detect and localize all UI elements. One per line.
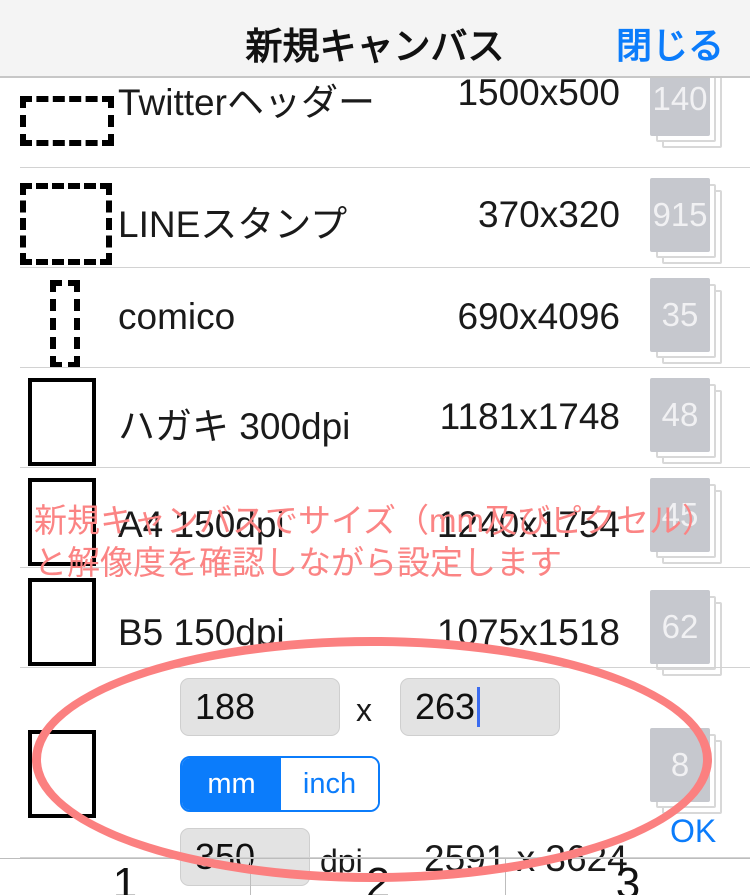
table-row[interactable]: B5 150dpi 1075x1518 62 bbox=[0, 568, 750, 676]
height-input[interactable]: 263 bbox=[400, 678, 560, 736]
page-count-value: 140 bbox=[652, 80, 708, 117]
page-count-value: 45 bbox=[661, 496, 699, 533]
preset-name: LINEスタンプ bbox=[118, 204, 348, 245]
page-count-badge: 62 bbox=[650, 590, 722, 676]
new-canvas-screen: 新規キャンバス 閉じる Twitterヘッダー 1500x500 140 LIN… bbox=[0, 0, 750, 895]
table-row[interactable]: LINEスタンプ 370x320 915 bbox=[0, 168, 750, 268]
canvas-shape-icon-twitter bbox=[20, 96, 114, 146]
table-row[interactable]: A4 150dpi 1240x1754 45 bbox=[0, 468, 750, 568]
keypad-key-1[interactable]: 1 bbox=[0, 859, 250, 895]
preset-dimensions: 1500x500 bbox=[457, 78, 620, 113]
text-cursor bbox=[477, 687, 481, 727]
table-row[interactable]: ハガキ 300dpi 1181x1748 48 bbox=[0, 368, 750, 468]
preset-name: comico bbox=[118, 296, 236, 337]
table-row[interactable]: Twitterヘッダー 1500x500 140 bbox=[0, 78, 750, 168]
page-count-value: 62 bbox=[661, 608, 699, 645]
canvas-shape-icon-comico bbox=[50, 280, 80, 368]
table-row[interactable]: comico 690x4096 35 bbox=[0, 268, 750, 368]
ok-button[interactable]: OK bbox=[670, 813, 716, 850]
page-count-value: 915 bbox=[652, 196, 708, 233]
width-input-value: 188 bbox=[195, 686, 256, 727]
canvas-shape-icon-custom bbox=[28, 730, 96, 818]
page-count-badge: 8 bbox=[650, 728, 722, 814]
preset-dimensions: 370x320 bbox=[478, 194, 620, 235]
page-count-value: 48 bbox=[661, 396, 699, 433]
canvas-shape-icon-a4 bbox=[28, 478, 96, 566]
width-input[interactable]: 188 bbox=[180, 678, 340, 736]
preset-name: B5 150dpi bbox=[118, 612, 285, 653]
page-count-badge: 35 bbox=[650, 278, 722, 364]
canvas-shape-icon-line bbox=[20, 183, 112, 265]
numeric-keypad[interactable]: 1 2 3 bbox=[0, 858, 750, 895]
preset-name: ハガキ 300dpi bbox=[118, 406, 351, 447]
canvas-preset-list[interactable]: Twitterヘッダー 1500x500 140 LINEスタンプ 370x32… bbox=[0, 78, 750, 895]
height-input-value: 263 bbox=[415, 686, 476, 727]
page-count-badge: 915 bbox=[650, 178, 722, 264]
preset-dimensions: 1181x1748 bbox=[439, 396, 620, 437]
unit-option-mm[interactable]: mm bbox=[182, 758, 281, 810]
canvas-shape-icon-b5 bbox=[28, 578, 96, 666]
unit-segmented-control[interactable]: mm inch bbox=[180, 756, 380, 812]
dimension-separator: x bbox=[356, 692, 372, 728]
page-count-value: 8 bbox=[670, 746, 690, 783]
preset-dimensions: 1075x1518 bbox=[436, 612, 620, 653]
keypad-key-2[interactable]: 2 bbox=[251, 859, 505, 895]
page-count-badge: 140 bbox=[650, 78, 722, 148]
custom-size-row[interactable]: 188 x 263 mm inch 350 dpi 2591 x 3624 OK… bbox=[0, 668, 750, 886]
preset-dimensions: 1240x1754 bbox=[436, 504, 620, 545]
close-button[interactable]: 閉じる bbox=[616, 17, 724, 69]
preset-dimensions: 690x4096 bbox=[457, 296, 620, 337]
page-count-badge: 48 bbox=[650, 378, 722, 464]
page-count-badge: 45 bbox=[650, 478, 722, 564]
keypad-key-3[interactable]: 3 bbox=[506, 859, 750, 895]
preset-name: A4 150dpi bbox=[118, 504, 285, 545]
navigation-bar: 新規キャンバス 閉じる bbox=[0, 0, 750, 78]
canvas-shape-icon-hagaki bbox=[28, 378, 96, 466]
page-count-value: 35 bbox=[661, 296, 699, 333]
unit-option-inch[interactable]: inch bbox=[281, 758, 378, 810]
